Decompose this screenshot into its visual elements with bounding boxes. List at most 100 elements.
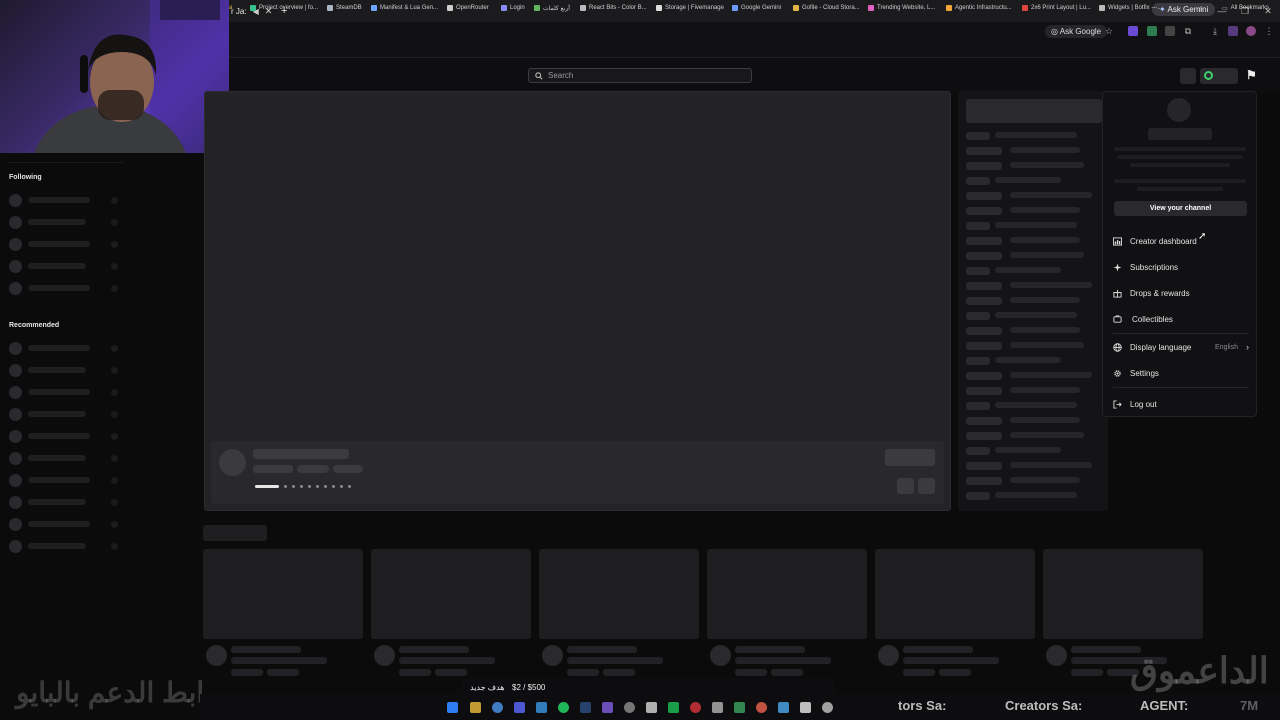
whatsapp-icon[interactable] (558, 702, 569, 713)
bookmark-item[interactable]: React Bits - Color B... (580, 2, 647, 14)
channel-avatar-skeleton[interactable] (9, 260, 22, 273)
profile-avatar-icon[interactable] (1246, 26, 1256, 36)
channel-avatar-skeleton[interactable] (9, 474, 22, 487)
bookmark-star-icon[interactable]: ☆ (1104, 26, 1114, 36)
menu-item-subscriptions[interactable]: Subscriptions (1113, 259, 1178, 275)
download-icon[interactable]: ⤓ (1210, 26, 1220, 36)
balance-button[interactable] (1200, 68, 1238, 84)
steam-icon[interactable] (536, 702, 547, 713)
bookmark-favicon-icon (868, 5, 874, 11)
goal-value: $2 / $500 (512, 683, 546, 692)
channel-avatar-skeleton[interactable] (9, 216, 22, 229)
file-explorer-icon[interactable] (470, 702, 481, 713)
carousel-indicator[interactable] (316, 485, 319, 488)
extension-icon[interactable] (1228, 26, 1238, 36)
app-icon[interactable] (822, 702, 833, 713)
bookmark-item[interactable]: Manifest & Lua Gen... (371, 2, 438, 14)
viewer-count-skeleton (111, 241, 118, 248)
twitch-icon[interactable] (602, 702, 613, 713)
extensions-puzzle-icon[interactable]: ⧉ (1183, 26, 1193, 36)
stream-card-thumbnail-skeleton[interactable] (203, 549, 363, 639)
bookmark-item[interactable]: أربع كلمات (534, 2, 570, 14)
stream-card-thumbnail-skeleton[interactable] (875, 549, 1035, 639)
view-channel-button[interactable]: View your channel (1114, 201, 1247, 216)
more-bookmarks-icon[interactable]: » (1198, 2, 1202, 14)
next-button-skeleton[interactable] (918, 478, 935, 494)
extension-icon[interactable] (1147, 26, 1157, 36)
stream-card-thumbnail-skeleton[interactable] (707, 549, 867, 639)
carousel-indicator[interactable] (308, 485, 311, 488)
menu-item-creator-dashboard[interactable]: Creator dashboard (1113, 233, 1197, 249)
channel-avatar-skeleton[interactable] (9, 408, 22, 421)
app-icon[interactable] (712, 702, 723, 713)
stream-card-thumbnail-skeleton[interactable] (1043, 549, 1203, 639)
menu-item-drops-rewards[interactable]: Drops & rewards (1113, 285, 1190, 301)
bookmark-item[interactable]: Google Gemini (732, 2, 781, 14)
carousel-indicator-active[interactable] (255, 485, 279, 488)
channel-avatar-skeleton[interactable] (9, 430, 22, 443)
bookmark-item[interactable]: Agentic Infrastructu... (946, 2, 1012, 14)
stream-card-thumbnail-skeleton[interactable] (539, 549, 699, 639)
extension-icon[interactable] (1165, 26, 1175, 36)
bookmark-item[interactable]: Widgets | Botfix ---... (1099, 2, 1162, 14)
bookmark-item[interactable]: 2x6 Print Layout | Lu... (1022, 2, 1091, 14)
channel-avatar-skeleton[interactable] (9, 496, 22, 509)
channel-avatar-skeleton[interactable] (9, 282, 22, 295)
ask-google-button[interactable]: ◎ Ask Google (1045, 25, 1108, 38)
discord-icon[interactable] (514, 702, 525, 713)
carousel-indicator[interactable] (292, 485, 295, 488)
carousel-indicator[interactable] (300, 485, 303, 488)
carousel-indicator[interactable] (332, 485, 335, 488)
app-icon[interactable] (734, 702, 745, 713)
carousel-indicator[interactable] (340, 485, 343, 488)
app-icon[interactable] (756, 702, 767, 713)
profile-avatar-skeleton (1167, 98, 1191, 122)
profile-menu-button[interactable]: ⚑ (1246, 68, 1258, 84)
photoshop-icon[interactable] (580, 702, 591, 713)
channel-avatar-skeleton[interactable] (9, 386, 22, 399)
browser-menu-icon[interactable]: ⋮ (1264, 26, 1274, 36)
panel-row-skeleton (1010, 162, 1084, 168)
menu-item-collectibles[interactable]: Collectibles (1113, 311, 1173, 327)
obs-icon[interactable] (624, 702, 635, 713)
bookmark-item[interactable]: SteamDB (327, 2, 362, 14)
menu-item-settings[interactable]: Settings (1113, 365, 1159, 381)
channel-avatar-skeleton[interactable] (9, 364, 22, 377)
channel-avatar-skeleton[interactable] (9, 238, 22, 251)
app-icon[interactable] (690, 702, 701, 713)
panel-row-skeleton (966, 237, 1002, 245)
spotify-icon[interactable] (668, 702, 679, 713)
channel-avatar-skeleton[interactable] (9, 194, 22, 207)
channel-avatar-skeleton[interactable] (9, 452, 22, 465)
stream-card-thumbnail-skeleton[interactable] (371, 549, 531, 639)
chrome-icon[interactable] (492, 702, 503, 713)
search-placeholder: Search (548, 71, 574, 80)
bookmark-item[interactable]: Login (501, 2, 525, 14)
app-icon[interactable] (646, 702, 657, 713)
bookmark-label: Project overview | fo... (259, 5, 318, 11)
stream-card-title-skeleton (231, 646, 301, 653)
carousel-indicator[interactable] (348, 485, 351, 488)
prev-button-skeleton[interactable] (897, 478, 914, 494)
all-bookmarks-button[interactable]: ▭ All Bookmarks (1222, 2, 1269, 14)
bookmark-item[interactable]: Gofile - Cloud Stora... (793, 2, 860, 14)
bookmark-item[interactable]: Project overview | fo... (250, 2, 318, 14)
menu-item-display-language[interactable]: Display language English › (1113, 339, 1249, 355)
app-icon[interactable] (800, 702, 811, 713)
menu-item-logout[interactable]: Log out (1113, 396, 1157, 412)
chevron-right-icon: › (1246, 342, 1249, 352)
bookmark-item[interactable]: OpenRouter (447, 2, 489, 14)
notepad-icon[interactable] (778, 702, 789, 713)
channel-avatar-skeleton[interactable] (9, 540, 22, 553)
bookmark-item[interactable]: Storage | Fivemanage (656, 2, 724, 14)
channel-avatar-skeleton[interactable] (9, 518, 22, 531)
extension-icon[interactable] (1128, 26, 1138, 36)
channel-avatar-skeleton[interactable] (9, 342, 22, 355)
carousel-indicator[interactable] (284, 485, 287, 488)
bookmark-item[interactable]: a (229, 2, 232, 14)
bookmark-item[interactable]: Trending Website, L... (868, 2, 935, 14)
windows-start-icon[interactable] (447, 702, 458, 713)
search-input[interactable]: Search (528, 68, 752, 83)
notifications-button[interactable] (1180, 68, 1196, 84)
carousel-indicator[interactable] (324, 485, 327, 488)
